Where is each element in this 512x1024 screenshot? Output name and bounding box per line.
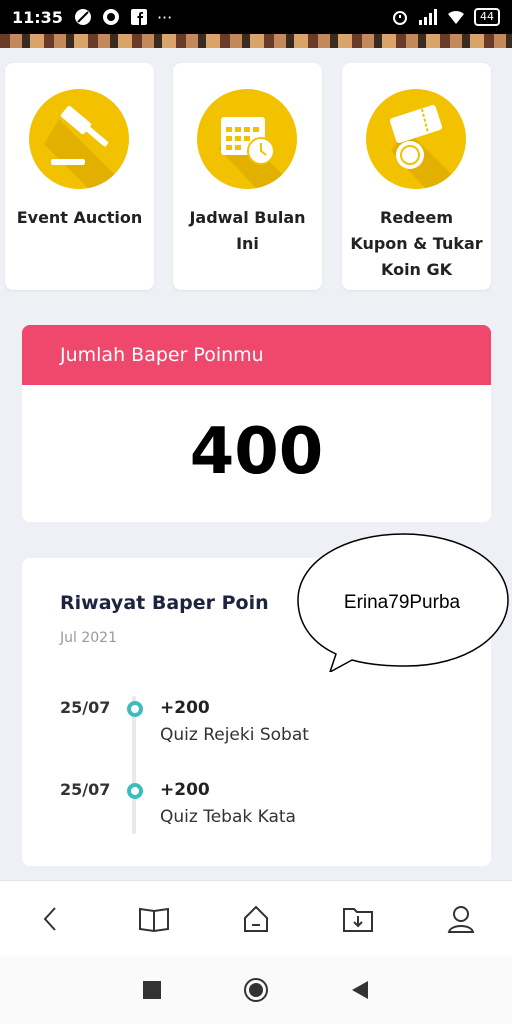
entry-date: 25/07: [60, 698, 111, 717]
timeline-dot: [127, 701, 143, 717]
recent-apps-button[interactable]: [132, 970, 172, 1010]
home-nav-button[interactable]: [232, 895, 280, 943]
annotation-text: Erina79Purba: [343, 592, 461, 613]
alarm-icon: [390, 7, 410, 27]
status-bar: 11:35 ··· 44: [0, 0, 512, 34]
redeem-coupon-card[interactable]: Redeem Kupon & Tukar Koin GK: [342, 63, 491, 290]
download-nav-button[interactable]: [334, 895, 382, 943]
status-time: 11:35: [12, 7, 63, 27]
more-notifications: ···: [156, 7, 173, 27]
entry-description: Quiz Rejeki Sobat: [160, 725, 309, 745]
menu-cards: Event Auction Jadwal Bulan Ini Redeem Ku…: [5, 63, 491, 290]
chevron-left-icon: [43, 906, 56, 931]
system-back-button[interactable]: [340, 970, 380, 1010]
menu-card-label: Jadwal Bulan Ini: [189, 208, 306, 253]
book-icon: [138, 907, 169, 932]
points-value: 400: [189, 415, 324, 489]
blocked-icon: [73, 7, 93, 27]
history-title: Riwayat Baper Poin: [60, 592, 269, 614]
square-icon: [143, 981, 161, 999]
points-header: Jumlah Baper Poinmu: [22, 325, 491, 385]
entry-amount: +200: [160, 698, 210, 718]
history-month: Jul 2021: [60, 630, 117, 646]
coupon-coin-icon: [366, 89, 466, 189]
entry-date: 25/07: [60, 780, 111, 799]
profile-nav-button[interactable]: [437, 895, 485, 943]
facebook-icon: [129, 7, 149, 27]
monthly-schedule-card[interactable]: Jadwal Bulan Ini: [173, 63, 322, 290]
entry-amount: +200: [160, 780, 210, 800]
entry-description: Quiz Tebak Kata: [160, 807, 296, 827]
header-banner-image: [0, 34, 512, 48]
wifi-icon: [446, 7, 466, 27]
menu-card-label: Event Auction: [16, 208, 143, 227]
timeline-dot: [127, 783, 143, 799]
home-icon: [243, 905, 268, 932]
calendar-clock-icon: [197, 89, 297, 189]
app-notification-icon: [101, 7, 121, 27]
triangle-back-icon: [352, 981, 368, 999]
battery-indicator: 44: [474, 8, 500, 26]
system-home-button[interactable]: [236, 970, 276, 1010]
bottom-navigation: [0, 880, 512, 956]
circle-icon: [244, 978, 268, 1002]
signal-icon: [418, 7, 438, 27]
event-auction-card[interactable]: Event Auction: [5, 63, 154, 290]
back-nav-button[interactable]: [27, 895, 75, 943]
user-icon: [447, 905, 475, 933]
menu-card-label: Redeem Kupon & Tukar Koin GK: [350, 208, 483, 279]
book-nav-button[interactable]: [130, 895, 178, 943]
download-folder-icon: [343, 907, 374, 932]
points-card: Jumlah Baper Poinmu 400: [22, 325, 491, 522]
gavel-icon: [29, 89, 129, 189]
system-navigation: [0, 956, 512, 1024]
